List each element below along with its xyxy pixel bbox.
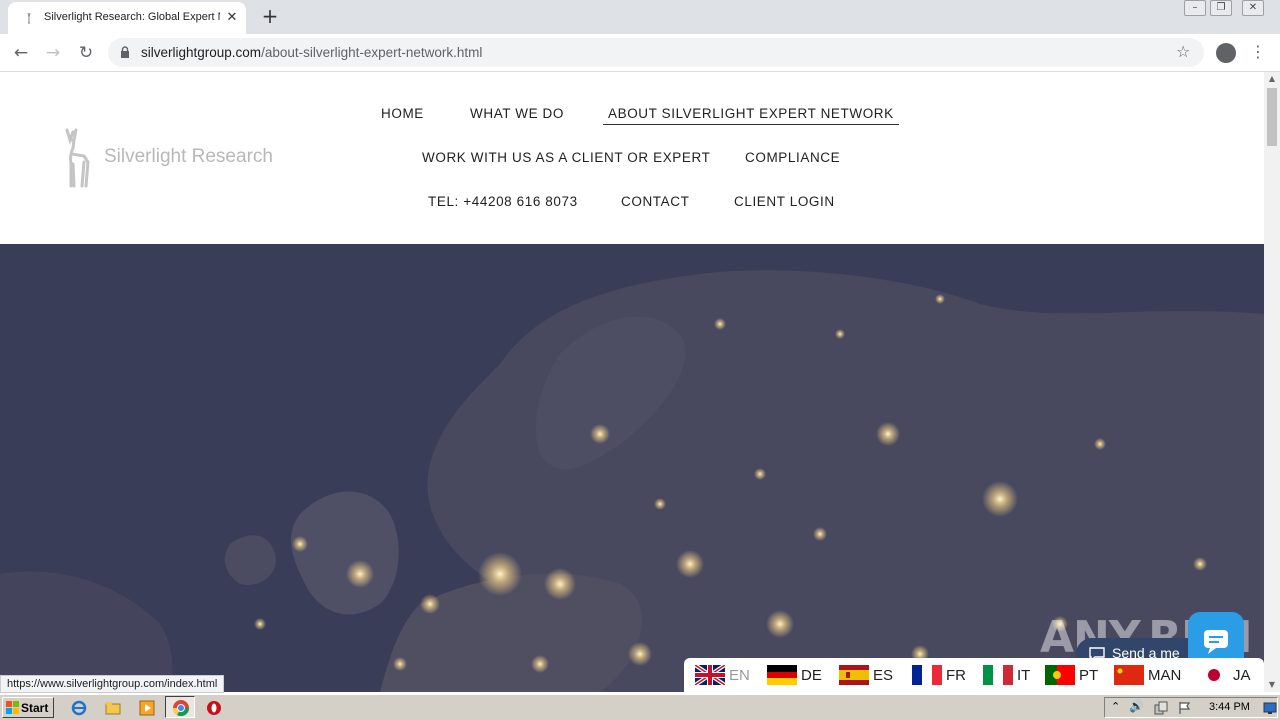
scroll-up-arrow-icon[interactable]: ▲	[1264, 72, 1280, 86]
profile-avatar-icon[interactable]	[1216, 43, 1236, 63]
action-center-flag-icon[interactable]	[1177, 700, 1193, 716]
lang-code: IT	[1017, 667, 1031, 684]
china-flag-icon	[1114, 665, 1144, 685]
nav-work-with-us[interactable]: WORK WITH US AS A CLIENT OR EXPERT	[422, 150, 710, 165]
media-player-icon[interactable]	[138, 699, 156, 717]
opera-icon[interactable]	[205, 699, 223, 717]
nav-home[interactable]: HOME	[381, 106, 424, 121]
stag-logo-icon	[65, 128, 90, 188]
lang-code: PT	[1079, 667, 1099, 684]
nav-what-we-do[interactable]: WHAT WE DO	[470, 106, 564, 121]
nav-telephone[interactable]: TEL: +44208 616 8073	[428, 194, 578, 209]
system-tray: ⌃ 🔊 3:44 PM	[1104, 697, 1278, 718]
chrome-taskbar-button[interactable]	[165, 696, 195, 718]
logo-text: Silverlight Research	[104, 146, 273, 167]
back-button[interactable]: ←	[8, 40, 34, 66]
close-tab-icon[interactable]: ✕	[224, 10, 240, 26]
url-path: /about-silverlight-expert-network.html	[261, 45, 483, 60]
close-window-button[interactable]: ✕	[1242, 0, 1264, 16]
minimize-button[interactable]: –	[1184, 0, 1206, 16]
nav-contact[interactable]: CONTACT	[621, 194, 689, 209]
lang-code: ES	[873, 667, 894, 684]
bookmark-star-icon[interactable]: ☆	[1176, 42, 1190, 61]
volume-icon[interactable]: 🔊	[1129, 699, 1144, 713]
italy-flag-icon	[983, 665, 1013, 685]
chrome-icon	[172, 700, 190, 717]
tab-strip: Silverlight Research: Global Expert N ✕ …	[0, 0, 1280, 34]
status-bar-url: https://www.silverlightgroup.com/index.h…	[0, 675, 225, 693]
page-scrollbar[interactable]: ▲ ▼	[1264, 72, 1280, 692]
reload-button[interactable]: ↻	[73, 40, 99, 66]
nav-compliance[interactable]: COMPLIANCE	[745, 150, 840, 165]
portugal-flag-icon	[1045, 665, 1075, 685]
france-flag-icon	[912, 665, 942, 685]
folder-icon[interactable]	[104, 699, 122, 717]
lang-code: DE	[801, 667, 822, 684]
lang-code: EN	[729, 667, 750, 684]
scroll-down-arrow-icon[interactable]: ▼	[1264, 678, 1280, 692]
site-logo[interactable]: Silverlight Research	[62, 128, 302, 192]
stag-favicon-icon	[27, 12, 31, 24]
restore-button[interactable]: ❐	[1210, 0, 1232, 16]
browser-tab[interactable]: Silverlight Research: Global Expert N ✕	[8, 2, 246, 34]
scrollbar-thumb[interactable]	[1267, 88, 1277, 146]
language-bar: EN DE ES FR IT PT MAN JA	[684, 658, 1264, 692]
nav-about-expert-network[interactable]: ABOUT SILVERLIGHT EXPERT NETWORK	[603, 106, 899, 125]
germany-flag-icon	[767, 665, 797, 685]
show-desktop-icon[interactable]	[1263, 701, 1277, 715]
lang-code: JA	[1233, 667, 1251, 684]
spain-flag-icon	[839, 665, 869, 685]
tray-expand-icon[interactable]: ⌃	[1111, 700, 1120, 713]
url-domain: silverlightgroup.com	[141, 45, 262, 60]
browser-toolbar: ← → ↻ silverlightgroup.com/about-silverl…	[0, 34, 1280, 72]
start-label: Start	[21, 701, 49, 715]
japan-flag-icon	[1199, 665, 1229, 685]
address-bar[interactable]: silverlightgroup.com/about-silverlight-e…	[108, 38, 1204, 67]
uk-flag-icon	[695, 665, 725, 685]
new-tab-button[interactable]: +	[258, 6, 282, 28]
lang-code: FR	[946, 667, 966, 684]
forward-button[interactable]: →	[40, 40, 66, 66]
web-page: Silverlight Research HOME WHAT WE DO ABO…	[0, 72, 1264, 692]
taskbar-clock: 3:44 PM	[1209, 701, 1250, 713]
network-icon[interactable]	[1153, 700, 1169, 716]
lock-icon	[121, 46, 129, 58]
url-text: silverlightgroup.com/about-silverlight-e…	[141, 45, 482, 60]
start-button[interactable]: Start	[2, 697, 54, 718]
tab-title: Silverlight Research: Global Expert N	[44, 11, 220, 23]
internet-explorer-icon[interactable]	[70, 699, 88, 717]
nav-client-login[interactable]: CLIENT LOGIN	[734, 194, 835, 209]
lang-code: MAN	[1148, 667, 1182, 684]
site-header: Silverlight Research HOME WHAT WE DO ABO…	[0, 72, 1264, 244]
menu-kebab-icon[interactable]: ⋮	[1250, 42, 1266, 62]
windows-taskbar: Start ⌃ 🔊 3:44 PM	[0, 694, 1280, 720]
windows-logo-icon	[6, 701, 19, 714]
